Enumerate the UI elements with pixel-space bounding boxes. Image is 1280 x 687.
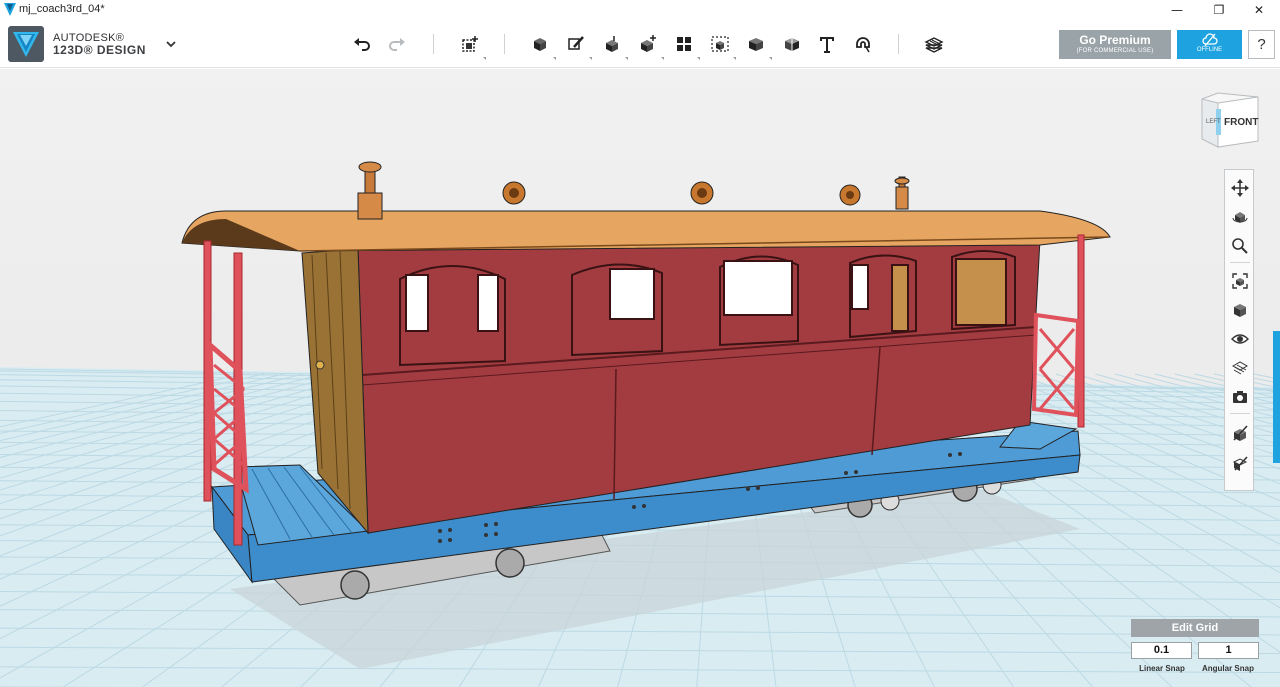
transform-icon — [462, 36, 478, 52]
material-view-icon — [1231, 361, 1249, 375]
toolbar-separator — [898, 34, 899, 54]
snap-icon — [856, 37, 870, 53]
minimize-button[interactable]: — — [1158, 0, 1196, 20]
undo-icon — [354, 38, 370, 51]
orbit-button[interactable] — [1229, 206, 1251, 228]
combine-button[interactable] — [743, 31, 772, 60]
linear-snap-input[interactable]: 0.1 — [1131, 642, 1192, 659]
sketch-button[interactable] — [563, 31, 592, 60]
edit-grid-button[interactable]: Edit Grid — [1131, 619, 1259, 637]
offline-button[interactable]: OFFLINE — [1177, 30, 1242, 59]
material-icon — [924, 37, 944, 53]
pattern-button[interactable] — [671, 31, 700, 60]
offline-sublabel: OFFLINE — [1196, 47, 1223, 53]
pan-icon — [1231, 179, 1249, 197]
material-button[interactable] — [921, 31, 947, 57]
pattern-icon — [677, 37, 691, 51]
redo-button[interactable] — [384, 31, 410, 57]
help-button[interactable]: ? — [1248, 30, 1275, 59]
material-view-button[interactable] — [1229, 357, 1251, 379]
views-icon — [1234, 304, 1246, 317]
snap-edit-button[interactable] — [1229, 452, 1251, 474]
fit-icon — [1232, 273, 1248, 289]
linear-snap-label: Linear Snap — [1139, 664, 1185, 673]
nav-separator — [1230, 413, 1250, 414]
premium-label: Go Premium — [1079, 33, 1151, 47]
angular-snap-label: Angular Snap — [1201, 664, 1254, 673]
navigation-bar — [1224, 169, 1254, 491]
viewport-canvas[interactable]: LEFT FRONT Edit Grid 0.1 1 Linear Snap A… — [0, 69, 1280, 687]
zoom-icon — [1232, 238, 1248, 254]
modify-icon — [641, 35, 656, 52]
measure-icon — [785, 38, 799, 51]
measure-button[interactable] — [779, 31, 805, 57]
undo-button[interactable] — [349, 31, 375, 57]
primitives-button[interactable] — [527, 31, 556, 60]
snap-button[interactable] — [850, 31, 876, 57]
toolbar-separator — [504, 34, 505, 54]
autodesk-logo-icon[interactable] — [8, 26, 44, 62]
fit-button[interactable] — [1229, 270, 1251, 292]
nav-separator — [1230, 262, 1250, 263]
app-logo-icon — [4, 3, 16, 16]
view-cube[interactable]: LEFT FRONT — [1198, 91, 1262, 149]
brand-text[interactable]: AUTODESK® 123D® DESIGN — [53, 32, 146, 56]
transform-button[interactable] — [457, 31, 486, 60]
sketch-icon — [568, 36, 584, 50]
side-panel-toggle[interactable] — [1273, 331, 1280, 463]
go-premium-button[interactable]: Go Premium (FOR COMMERCIAL USE) — [1059, 30, 1171, 59]
model-scene[interactable] — [0, 69, 1280, 687]
visibility-icon — [1231, 334, 1249, 344]
text-button[interactable] — [814, 31, 840, 57]
angular-snap-input[interactable]: 1 — [1198, 642, 1259, 659]
snap-edit-icon — [1232, 456, 1248, 471]
maximize-button[interactable]: ❐ — [1200, 0, 1238, 20]
cloud-offline-icon — [1201, 33, 1218, 47]
views-button[interactable] — [1229, 299, 1251, 321]
viewcube-front-label: FRONT — [1224, 117, 1258, 128]
primitives-icon — [534, 38, 546, 51]
combine-icon — [749, 38, 763, 51]
window-title: mj_coach3rd_04* — [19, 3, 105, 15]
construct-icon — [606, 36, 618, 52]
grouping-button[interactable] — [707, 31, 736, 60]
modify-button[interactable] — [635, 31, 664, 60]
tweak-icon — [1233, 425, 1248, 441]
chevron-down-icon[interactable] — [164, 37, 178, 51]
brand-line2: 123D® DESIGN — [53, 43, 146, 57]
tweak-button[interactable] — [1229, 422, 1251, 444]
toolbar-separator — [433, 34, 434, 54]
title-bar: mj_coach3rd_04* — ❐ ✕ — [0, 0, 1280, 20]
construct-button[interactable] — [599, 31, 628, 60]
redo-icon — [389, 38, 405, 51]
camera-button[interactable] — [1229, 386, 1251, 408]
orbit-icon — [1232, 212, 1248, 223]
grouping-icon — [711, 36, 729, 52]
pan-button[interactable] — [1229, 177, 1251, 199]
zoom-button[interactable] — [1229, 235, 1251, 257]
viewcube-left-label: LEFT — [1206, 119, 1221, 125]
close-button[interactable]: ✕ — [1240, 0, 1278, 20]
coach-roof — [181, 161, 1111, 252]
premium-sublabel: (FOR COMMERCIAL USE) — [1076, 48, 1154, 54]
visibility-button[interactable] — [1229, 328, 1251, 350]
camera-icon — [1233, 391, 1247, 403]
text-icon — [820, 37, 834, 53]
